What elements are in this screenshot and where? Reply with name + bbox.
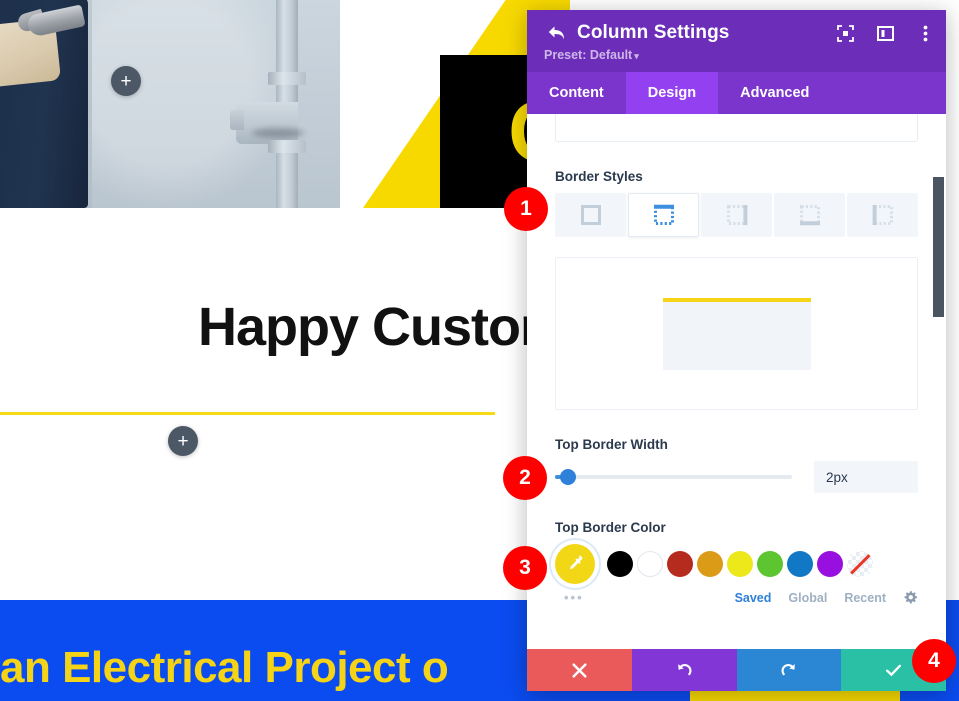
swatch-dark-red[interactable] bbox=[667, 551, 693, 577]
color-tab-saved[interactable]: Saved bbox=[735, 591, 772, 605]
top-border-color-swatches bbox=[555, 544, 918, 584]
gear-icon[interactable] bbox=[903, 590, 918, 605]
color-source-tabs: Saved Global Recent bbox=[735, 590, 918, 605]
photo-pipe-collar-lower bbox=[268, 140, 306, 153]
modal-header: Column Settings Preset: Default ▾ bbox=[527, 10, 946, 72]
page-headline: Happy Custom bbox=[198, 297, 568, 357]
hero-photo bbox=[0, 0, 340, 208]
preset-selector[interactable]: Preset: Default ▾ bbox=[544, 48, 930, 62]
modal-body: Border Styles Top Border Width 2px Top B… bbox=[527, 114, 946, 649]
tab-design[interactable]: Design bbox=[625, 72, 719, 114]
column-top-border-preview-live bbox=[0, 412, 495, 415]
swatch-yellow[interactable] bbox=[727, 551, 753, 577]
border-top-icon[interactable] bbox=[628, 193, 699, 237]
layout-view-icon[interactable] bbox=[876, 24, 894, 42]
top-border-width-slider[interactable] bbox=[555, 468, 792, 486]
border-styles-label: Border Styles bbox=[555, 169, 643, 184]
step-badge-3: 3 bbox=[503, 546, 547, 590]
back-arrow-icon[interactable] bbox=[543, 22, 569, 44]
modal-tabs: Content Design Advanced bbox=[527, 72, 946, 114]
swatch-amber[interactable] bbox=[697, 551, 723, 577]
photo-pipe-shadow bbox=[252, 128, 304, 138]
border-right-icon[interactable] bbox=[701, 193, 772, 237]
previous-setting-card-partial bbox=[555, 114, 918, 142]
color-palette-meta: ••• Saved Global Recent bbox=[555, 590, 918, 605]
top-border-color-label: Top Border Color bbox=[555, 520, 666, 535]
focus-mode-icon[interactable] bbox=[836, 24, 854, 42]
cancel-button[interactable] bbox=[527, 649, 632, 691]
border-preview-swatch bbox=[662, 297, 811, 370]
add-module-button-middle[interactable]: + bbox=[168, 426, 198, 456]
swatch-green[interactable] bbox=[757, 551, 783, 577]
chevron-down-icon: ▾ bbox=[634, 51, 639, 61]
border-left-icon[interactable] bbox=[847, 193, 918, 237]
eyedropper-icon[interactable] bbox=[555, 544, 595, 584]
swatch-blue[interactable] bbox=[787, 551, 813, 577]
border-all-icon[interactable] bbox=[555, 193, 626, 237]
step-badge-2: 2 bbox=[503, 456, 547, 500]
undo-button[interactable] bbox=[631, 649, 737, 691]
top-border-width-label: Top Border Width bbox=[555, 437, 668, 452]
swatch-purple[interactable] bbox=[817, 551, 843, 577]
border-styles-group bbox=[555, 193, 918, 237]
modal-scrollbar-thumb[interactable] bbox=[933, 177, 944, 317]
photo-pipe-collar-upper bbox=[268, 72, 306, 85]
add-module-button-top[interactable]: + bbox=[111, 66, 141, 96]
redo-button[interactable] bbox=[736, 649, 842, 691]
headline-section: Happy Custom bbox=[0, 208, 568, 408]
modal-title: Column Settings bbox=[577, 22, 730, 43]
border-bottom-icon[interactable] bbox=[774, 193, 845, 237]
modal-header-actions bbox=[836, 24, 934, 42]
slider-track bbox=[555, 475, 792, 479]
step-badge-1: 1 bbox=[504, 187, 548, 231]
tab-advanced[interactable]: Advanced bbox=[718, 72, 831, 114]
border-preview-box bbox=[555, 257, 918, 410]
column-settings-modal: Column Settings Preset: Default ▾ Conten… bbox=[527, 10, 946, 691]
preset-label: Preset: Default bbox=[544, 48, 633, 62]
color-tab-recent[interactable]: Recent bbox=[844, 591, 886, 605]
step-badge-4: 4 bbox=[912, 639, 956, 683]
photo-wall bbox=[92, 0, 340, 208]
cta-text: an Electrical Project o bbox=[0, 643, 449, 692]
more-options-icon[interactable] bbox=[916, 24, 934, 42]
color-tab-global[interactable]: Global bbox=[788, 591, 827, 605]
more-colors-icon[interactable]: ••• bbox=[564, 590, 584, 605]
modal-scrollbar-track[interactable] bbox=[932, 114, 946, 649]
swatch-black[interactable] bbox=[607, 551, 633, 577]
slider-knob[interactable] bbox=[560, 469, 576, 485]
photo-pipe-nub bbox=[230, 110, 244, 130]
photo-pipe-tee bbox=[236, 102, 298, 144]
top-border-width-control: 2px bbox=[555, 461, 918, 493]
modal-footer bbox=[527, 649, 946, 691]
top-border-width-input[interactable]: 2px bbox=[814, 461, 918, 493]
swatch-white[interactable] bbox=[637, 551, 663, 577]
tab-content[interactable]: Content bbox=[527, 72, 626, 114]
swatch-transparent[interactable] bbox=[847, 551, 873, 577]
